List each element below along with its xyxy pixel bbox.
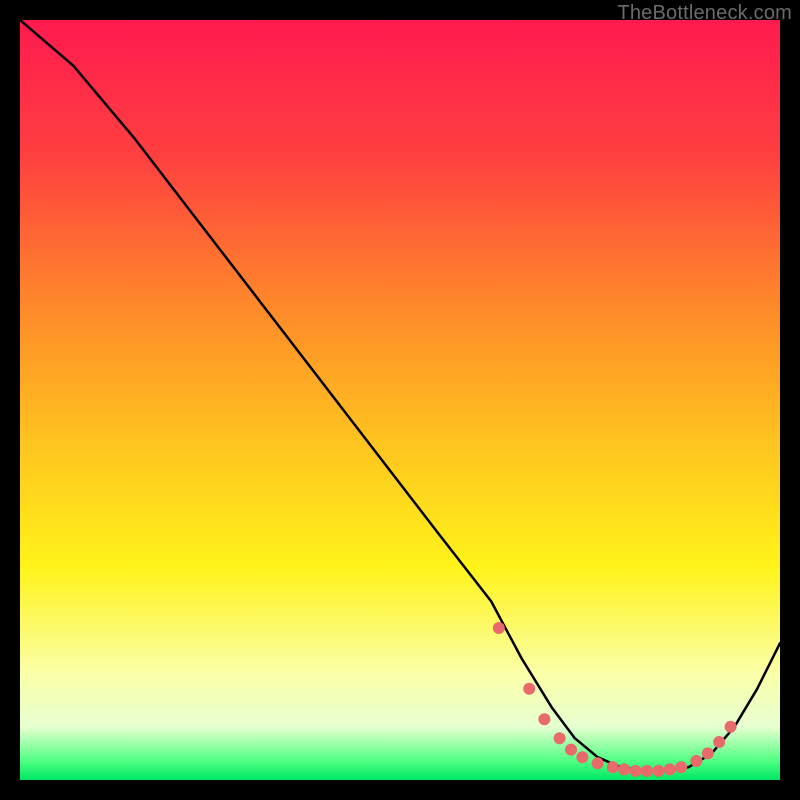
plot-area	[20, 20, 780, 780]
marker-dot	[675, 761, 687, 773]
chart-stage: TheBottleneck.com	[0, 0, 800, 800]
marker-dot	[702, 747, 714, 759]
marker-dot	[630, 765, 642, 777]
marker-dot	[554, 732, 566, 744]
marker-dot	[690, 755, 702, 767]
marker-dot	[592, 757, 604, 769]
marker-dot	[664, 763, 676, 775]
marker-dot	[652, 765, 664, 777]
marker-dot	[713, 736, 725, 748]
marker-dot	[565, 744, 577, 756]
marker-dot	[493, 622, 505, 634]
marker-dot	[576, 751, 588, 763]
marker-dot	[523, 683, 535, 695]
marker-dot	[607, 761, 619, 773]
marker-dot	[725, 721, 737, 733]
marker-dot	[618, 763, 630, 775]
chart-svg	[20, 20, 780, 780]
gradient-background	[20, 20, 780, 780]
marker-dot	[641, 765, 653, 777]
marker-dot	[538, 713, 550, 725]
